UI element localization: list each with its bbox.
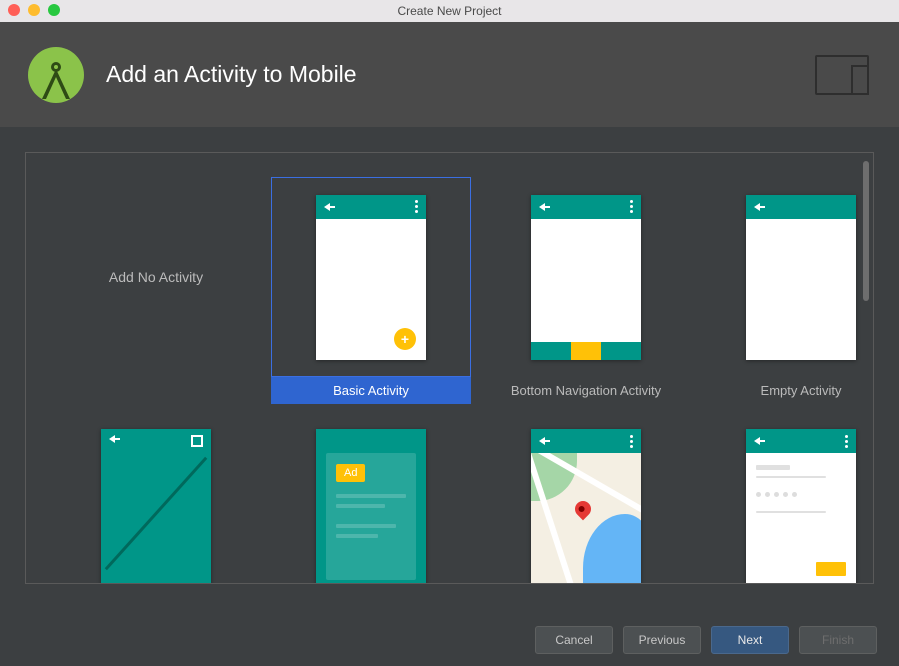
- template-label: Bottom Navigation Activity: [486, 377, 686, 404]
- back-arrow-icon: [539, 437, 545, 445]
- previous-button[interactable]: Previous: [623, 626, 701, 654]
- back-arrow-icon: [324, 203, 330, 211]
- template-bottom-navigation-activity[interactable]: Bottom Navigation Activity: [486, 177, 686, 404]
- template-admob-activity[interactable]: Ad: [271, 424, 471, 584]
- back-arrow-icon: [754, 437, 760, 445]
- cancel-button[interactable]: Cancel: [535, 626, 613, 654]
- window-controls: [8, 4, 60, 16]
- template-label: Empty Activity: [701, 377, 874, 404]
- zoom-window-button[interactable]: [48, 4, 60, 16]
- thumbnail-basic-activity: +: [316, 195, 426, 360]
- minimize-window-button[interactable]: [28, 4, 40, 16]
- overflow-menu-icon: [415, 200, 418, 213]
- map-pin-icon: [572, 498, 595, 521]
- template-add-no-activity[interactable]: Add No Activity: [56, 177, 256, 404]
- finish-button[interactable]: Finish: [799, 626, 877, 654]
- scrollbar[interactable]: [863, 161, 869, 301]
- thumbnail-bottom-navigation: [531, 195, 641, 360]
- template-panel: Add No Activity + Basic Activity: [25, 152, 874, 584]
- device-icon: [815, 55, 869, 95]
- fab-icon: +: [394, 328, 416, 350]
- thumbnail-fullscreen: [101, 429, 211, 584]
- template-label: Basic Activity: [271, 377, 471, 404]
- ad-badge: Ad: [336, 464, 365, 482]
- close-window-button[interactable]: [8, 4, 20, 16]
- fullscreen-icon: [191, 435, 203, 447]
- back-arrow-icon: [539, 203, 545, 211]
- window-title: Create New Project: [397, 4, 501, 18]
- template-empty-activity[interactable]: Empty Activity: [701, 177, 874, 404]
- template-label: Add No Activity: [56, 177, 256, 377]
- overflow-menu-icon: [630, 435, 633, 448]
- template-basic-activity[interactable]: + Basic Activity: [271, 177, 471, 404]
- next-button[interactable]: Next: [711, 626, 789, 654]
- wizard-footer: Cancel Previous Next Finish: [0, 614, 899, 666]
- overflow-menu-icon: [845, 435, 848, 448]
- android-studio-logo-icon: [28, 47, 84, 103]
- thumbnail-login: [746, 429, 856, 584]
- template-login-activity[interactable]: [701, 424, 874, 584]
- wizard-header: Add an Activity to Mobile: [0, 22, 899, 127]
- back-arrow-icon: [754, 203, 760, 211]
- window-titlebar: Create New Project: [0, 0, 899, 22]
- thumbnail-map: [531, 429, 641, 584]
- thumbnail-empty-activity: [746, 195, 856, 360]
- page-title: Add an Activity to Mobile: [106, 61, 357, 88]
- thumbnail-ad: Ad: [316, 429, 426, 584]
- template-maps-activity[interactable]: [486, 424, 686, 584]
- back-arrow-icon: [109, 435, 115, 443]
- template-fullscreen-activity[interactable]: [56, 424, 256, 584]
- overflow-menu-icon: [630, 200, 633, 213]
